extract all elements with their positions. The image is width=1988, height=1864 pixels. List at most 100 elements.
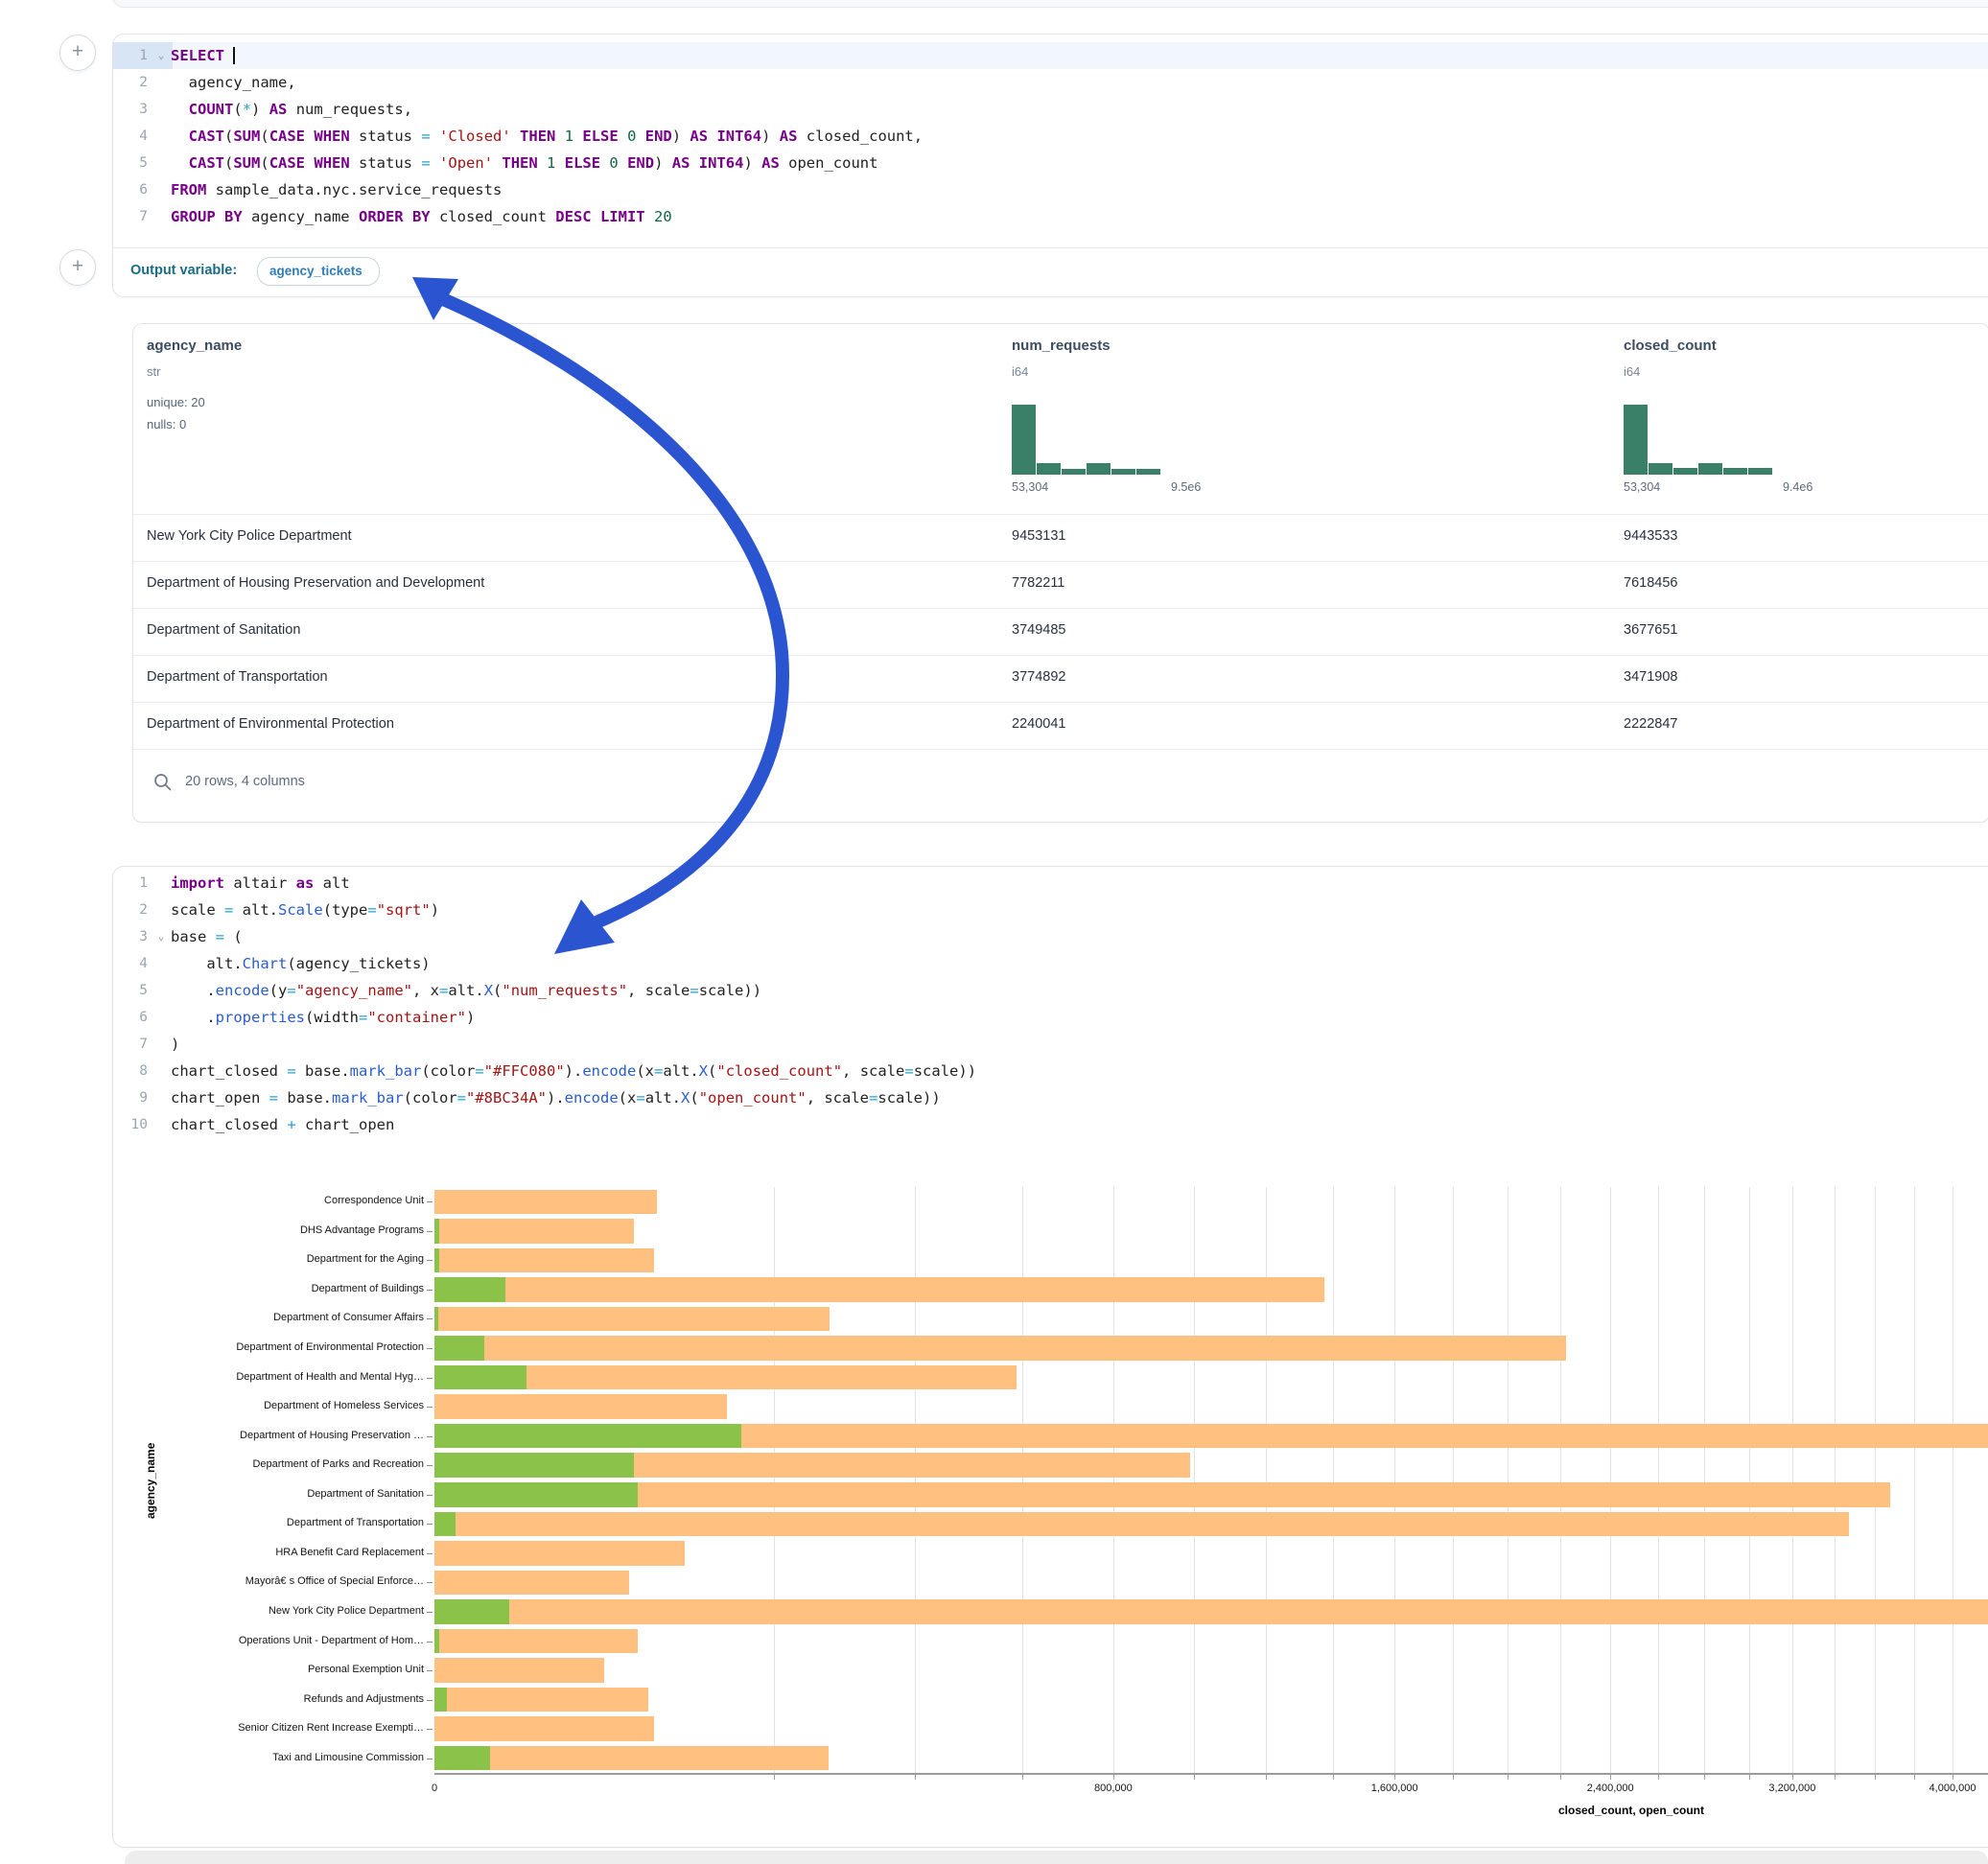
x-axis-tick: [915, 1775, 916, 1780]
next-cell-edge: [125, 1851, 1988, 1864]
fold-gutter: [152, 150, 171, 176]
add-cell-button-middle[interactable]: +: [59, 249, 96, 286]
table-row[interactable]: New York City Police Department945313194…: [133, 514, 1988, 562]
code-line[interactable]: 7): [113, 1031, 1988, 1058]
code-text: ): [171, 1031, 1988, 1058]
fold-gutter: [152, 176, 171, 203]
code-line[interactable]: 7 GROUP BY agency_name ORDER BY closed_co…: [113, 203, 1988, 230]
y-axis-tick: [427, 1201, 433, 1202]
search-icon[interactable]: [152, 772, 174, 793]
code-line[interactable]: 2scale = alt.Scale(type="sqrt"): [113, 897, 1988, 923]
code-line[interactable]: 3 COUNT(*) AS num_requests,: [113, 96, 1988, 123]
code-line[interactable]: 8chart_closed = base.mark_bar(color="#FF…: [113, 1058, 1988, 1084]
y-axis-tick: [427, 1670, 433, 1671]
fold-gutter: [152, 123, 171, 150]
gridline: [1266, 1187, 1267, 1773]
code-text: COUNT(*) AS num_requests,: [171, 96, 1988, 123]
gridline: [915, 1187, 916, 1773]
table-row[interactable]: Department of Transportation377489234719…: [133, 655, 1988, 703]
cell-num_requests: 3774892: [1012, 669, 1065, 685]
add-cell-button-top[interactable]: +: [59, 35, 96, 71]
gridline: [1610, 1187, 1611, 1773]
code-line[interactable]: 5 CAST(SUM(CASE WHEN status = 'Open' THE…: [113, 150, 1988, 176]
line-number: 2: [113, 69, 152, 96]
bar-open-count: [434, 1629, 439, 1654]
code-line[interactable]: 4 CAST(SUM(CASE WHEN status = 'Closed' T…: [113, 123, 1988, 150]
code-line[interactable]: 9chart_open = base.mark_bar(color="#8BC3…: [113, 1084, 1988, 1111]
y-axis-tick: [427, 1700, 433, 1701]
y-axis-tick: [427, 1378, 433, 1379]
y-axis-label: Mayorâ€ s Office of Special Enforce…: [246, 1575, 424, 1587]
gridline: [1792, 1187, 1793, 1773]
gridline: [1914, 1187, 1915, 1773]
cell-agency_name: Department of Sanitation: [147, 622, 300, 638]
gridline: [1704, 1187, 1705, 1773]
code-line[interactable]: 1import altair as alt: [113, 870, 1988, 897]
table-row[interactable]: Department of Sanitation37494853677651: [133, 608, 1988, 656]
code-line[interactable]: 5 .encode(y="agency_name", x=alt.X("num_…: [113, 977, 1988, 1004]
code-line[interactable]: 1⌄SELECT: [113, 42, 1988, 69]
line-number: 4: [113, 950, 152, 977]
code-line[interactable]: 6 .properties(width="container"): [113, 1004, 1988, 1031]
line-number: 7: [113, 203, 152, 230]
column-stat: unique: 20: [147, 395, 205, 409]
bar-open-count: [434, 1512, 456, 1537]
x-axis-tick: [1610, 1775, 1611, 1780]
python-code-editor[interactable]: 1import altair as alt2scale = alt.Scale(…: [113, 870, 1988, 1138]
cell-agency_name: Department of Housing Preservation and D…: [147, 575, 484, 591]
column-type: i64: [1624, 364, 1640, 379]
table-row[interactable]: Department of Housing Preservation and D…: [133, 561, 1988, 609]
code-line[interactable]: 10chart_closed + chart_open: [113, 1111, 1988, 1138]
code-text: chart_closed + chart_open: [171, 1111, 1988, 1138]
code-line[interactable]: 2 agency_name,: [113, 69, 1988, 96]
y-axis-tick: [427, 1436, 433, 1437]
x-axis-tick: [1792, 1775, 1793, 1780]
x-axis-tick: [1704, 1775, 1705, 1780]
gridline: [1658, 1187, 1659, 1773]
cell-num_requests: 9453131: [1012, 528, 1065, 544]
bar-open-count: [434, 1688, 447, 1713]
cell-closed_count: 7618456: [1624, 575, 1677, 591]
y-axis-label: Department of Health and Mental Hyg…: [236, 1371, 424, 1383]
gridline: [1875, 1187, 1876, 1773]
y-axis-tick: [427, 1465, 433, 1466]
column-type: str: [147, 364, 160, 379]
y-axis-label: Department of Environmental Protection: [236, 1341, 424, 1353]
output-variable-pill[interactable]: agency_tickets: [257, 257, 380, 286]
gridline: [1508, 1187, 1509, 1773]
fold-chevron-icon[interactable]: ⌄: [152, 923, 171, 950]
x-axis-tick: [1022, 1775, 1023, 1780]
fold-chevron-icon[interactable]: ⌄: [152, 42, 171, 69]
x-axis-tick-label: 4,000,000: [1930, 1782, 1976, 1794]
bar-closed-count: [434, 1716, 654, 1741]
bar-closed-count: [434, 1336, 1566, 1361]
line-number: 6: [113, 1004, 152, 1031]
x-axis-tick: [1749, 1775, 1750, 1780]
line-number: 8: [113, 1058, 152, 1084]
gridline: [1560, 1187, 1561, 1773]
table-row[interactable]: Department of Environmental Protection22…: [133, 702, 1988, 750]
code-line[interactable]: 4 alt.Chart(agency_tickets): [113, 950, 1988, 977]
column-histogram: [1012, 401, 1160, 475]
y-axis-label: Senior Citizen Rent Increase Exempti…: [238, 1722, 424, 1734]
y-axis-label: HRA Benefit Card Replacement: [275, 1547, 424, 1558]
sql-code-editor[interactable]: 1⌄SELECT 2 agency_name,3 COUNT(*) AS num…: [113, 42, 1988, 230]
y-axis-tick: [427, 1642, 433, 1643]
x-axis-tick: [774, 1775, 775, 1780]
code-line[interactable]: 6FROM sample_data.nyc.service_requests: [113, 176, 1988, 203]
text-cursor: [233, 47, 235, 64]
bar-open-count: [434, 1746, 490, 1771]
code-text: import altair as alt: [171, 870, 1988, 897]
bar-closed-count: [434, 1629, 638, 1654]
code-line[interactable]: 3⌄base = (: [113, 923, 1988, 950]
bar-closed-count: [434, 1512, 1849, 1537]
bar-closed-count: [434, 1190, 657, 1215]
x-axis-tick: [1875, 1775, 1876, 1780]
y-axis-tick: [427, 1348, 433, 1349]
gridline: [1394, 1187, 1395, 1773]
x-axis-tick: [1658, 1775, 1659, 1780]
bar-closed-count: [434, 1571, 629, 1596]
code-text: GROUP BY agency_name ORDER BY closed_cou…: [171, 203, 1988, 230]
y-axis-tick: [427, 1582, 433, 1583]
cell-num_requests: 2240041: [1012, 716, 1065, 732]
